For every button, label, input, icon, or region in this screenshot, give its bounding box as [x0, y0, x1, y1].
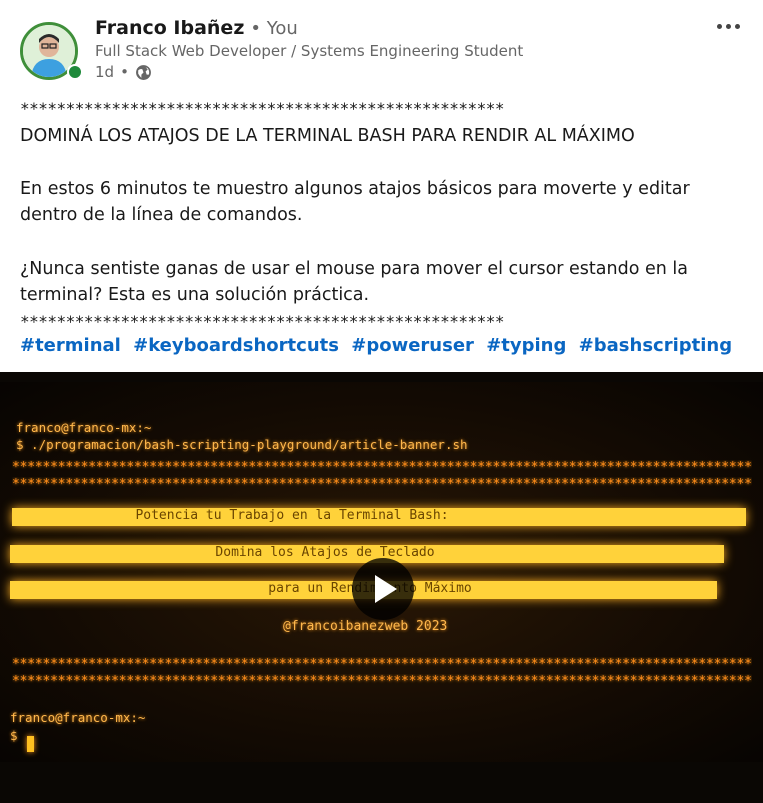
- post-time: 1d: [95, 63, 115, 81]
- terminal-prompt-bottom: franco@franco-mx:~: [10, 710, 146, 725]
- terminal-cursor: [27, 736, 34, 752]
- dot: [725, 23, 731, 29]
- hashtag-poweruser[interactable]: #poweruser: [351, 335, 474, 356]
- online-status-dot: [67, 64, 83, 80]
- terminal-prompt-top: franco@franco-mx:~: [16, 420, 152, 435]
- author-name[interactable]: Franco Ibañez: [95, 17, 244, 39]
- more-options-button[interactable]: [713, 14, 743, 38]
- banner-text-1: Potencia tu Trabajo en la Terminal Bash:: [135, 508, 449, 523]
- stars-divider-bottom: ****************************************…: [20, 311, 505, 331]
- terminal-stars-2: ****************************************…: [12, 477, 752, 492]
- hashtag-bashscripting[interactable]: #bashscripting: [579, 335, 732, 356]
- terminal-handle: @francoibanezweb 2023: [283, 619, 448, 634]
- post-body: ****************************************…: [20, 96, 740, 335]
- post-title: DOMINÁ LOS ATAJOS DE LA TERMINAL BASH PA…: [20, 125, 635, 146]
- hashtag-keyboardshortcuts[interactable]: #keyboardshortcuts: [133, 335, 339, 356]
- post-time-row: 1d •: [95, 63, 152, 81]
- video-player[interactable]: franco@franco-mx:~ $ ./programacion/bash…: [0, 372, 763, 803]
- banner-text-2: Domina los Atajos de Teclado: [215, 545, 435, 560]
- author-name-row: Franco Ibañez • You: [95, 16, 298, 41]
- you-label: • You: [250, 18, 298, 39]
- terminal-prompt-symbol: $: [10, 728, 18, 743]
- stars-divider-top: ****************************************…: [20, 99, 505, 118]
- post-header: Franco Ibañez • You Full Stack Web Devel…: [0, 0, 763, 95]
- time-separator: •: [120, 63, 129, 81]
- hashtag-typing[interactable]: #typing: [486, 335, 566, 356]
- post-paragraph-1: En estos 6 minutos te muestro algunos at…: [20, 178, 690, 226]
- terminal-command: $ ./programacion/bash-scripting-playgrou…: [16, 437, 468, 452]
- play-icon: [375, 575, 397, 603]
- globe-icon: [136, 64, 151, 80]
- hashtag-terminal[interactable]: #terminal: [20, 335, 121, 356]
- play-button[interactable]: [352, 558, 414, 620]
- terminal-stars-4: ****************************************…: [12, 674, 752, 689]
- author-headline: Full Stack Web Developer / Systems Engin…: [95, 42, 524, 60]
- post-paragraph-2: ¿Nunca sentiste ganas de usar el mouse p…: [20, 258, 688, 306]
- hashtag-list: #terminal #keyboardshortcuts #poweruser …: [20, 335, 738, 356]
- terminal-stars-1: ****************************************…: [12, 460, 752, 475]
- terminal-stars-3: ****************************************…: [12, 657, 752, 672]
- dot: [716, 23, 722, 29]
- dot: [734, 23, 740, 29]
